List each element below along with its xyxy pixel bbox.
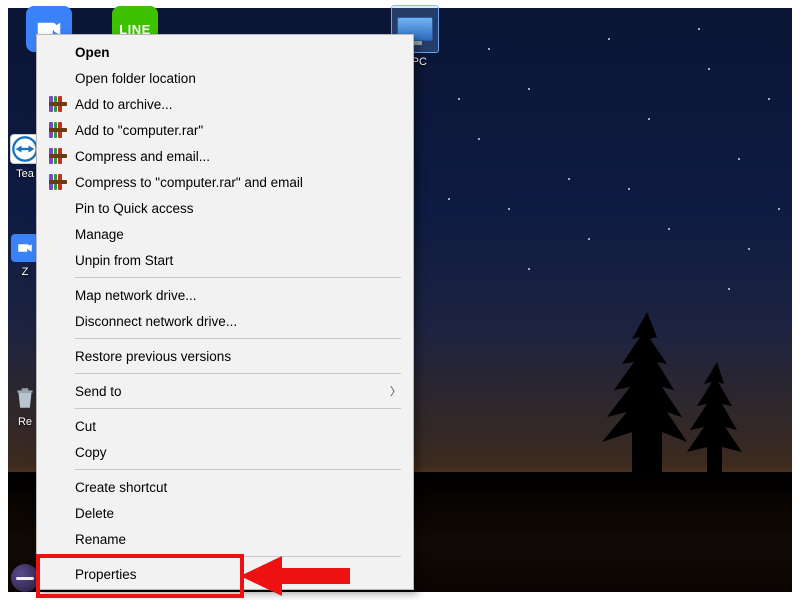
winrar-icon — [47, 120, 69, 140]
menu-label: Cut — [75, 419, 401, 434]
menu-separator — [75, 338, 401, 339]
context-menu: Open Open folder location Add to archive… — [36, 34, 414, 590]
menu-separator — [75, 408, 401, 409]
menu-separator — [75, 469, 401, 470]
menu-item-disconnect-network-drive[interactable]: Disconnect network drive... — [39, 308, 411, 334]
menu-separator — [75, 277, 401, 278]
menu-item-pin-quick-access[interactable]: Pin to Quick access — [39, 195, 411, 221]
menu-label: Manage — [75, 227, 401, 242]
menu-item-open-folder-location[interactable]: Open folder location — [39, 65, 411, 91]
menu-label: Compress and email... — [75, 149, 401, 164]
menu-item-map-network-drive[interactable]: Map network drive... — [39, 282, 411, 308]
menu-item-add-computer-rar[interactable]: Add to "computer.rar" — [39, 117, 411, 143]
winrar-icon — [47, 94, 69, 114]
menu-item-compress-computer-rar-email[interactable]: Compress to "computer.rar" and email — [39, 169, 411, 195]
menu-item-manage[interactable]: Manage — [39, 221, 411, 247]
white-frame: Z LINE s PC Tea Z Re Open — [0, 0, 800, 600]
menu-label: Disconnect network drive... — [75, 314, 401, 329]
submenu-arrow-icon: 〉 — [390, 383, 401, 399]
menu-separator — [75, 373, 401, 374]
menu-label: Open folder location — [75, 71, 401, 86]
menu-label: Restore previous versions — [75, 349, 401, 364]
menu-label: Open — [75, 45, 401, 60]
menu-label: Add to "computer.rar" — [75, 123, 401, 138]
menu-separator — [75, 556, 401, 557]
menu-item-add-archive[interactable]: Add to archive... — [39, 91, 411, 117]
menu-label: Copy — [75, 445, 401, 460]
menu-item-copy[interactable]: Copy — [39, 439, 411, 465]
winrar-icon — [47, 172, 69, 192]
menu-label: Add to archive... — [75, 97, 401, 112]
menu-item-compress-email[interactable]: Compress and email... — [39, 143, 411, 169]
menu-label: Pin to Quick access — [75, 201, 401, 216]
menu-item-unpin-start[interactable]: Unpin from Start — [39, 247, 411, 273]
menu-label: Properties — [75, 567, 401, 582]
menu-label: Unpin from Start — [75, 253, 401, 268]
menu-label: Create shortcut — [75, 480, 401, 495]
menu-label: Compress to "computer.rar" and email — [75, 175, 401, 190]
menu-item-restore-previous-versions[interactable]: Restore previous versions — [39, 343, 411, 369]
menu-label: Send to — [75, 384, 390, 399]
menu-item-delete[interactable]: Delete — [39, 500, 411, 526]
menu-label: Map network drive... — [75, 288, 401, 303]
menu-item-rename[interactable]: Rename — [39, 526, 411, 552]
annotation-arrow — [240, 556, 350, 596]
menu-item-properties[interactable]: Properties — [39, 561, 411, 587]
menu-item-cut[interactable]: Cut — [39, 413, 411, 439]
menu-label: Delete — [75, 506, 401, 521]
winrar-icon — [47, 146, 69, 166]
menu-item-open[interactable]: Open — [39, 39, 411, 65]
menu-item-send-to[interactable]: Send to 〉 — [39, 378, 411, 404]
eclipse-icon — [11, 564, 39, 592]
menu-item-create-shortcut[interactable]: Create shortcut — [39, 474, 411, 500]
recycle-bin-icon — [11, 384, 39, 412]
menu-label: Rename — [75, 532, 401, 547]
tree-silhouette — [592, 292, 762, 492]
app-icon — [11, 234, 39, 262]
